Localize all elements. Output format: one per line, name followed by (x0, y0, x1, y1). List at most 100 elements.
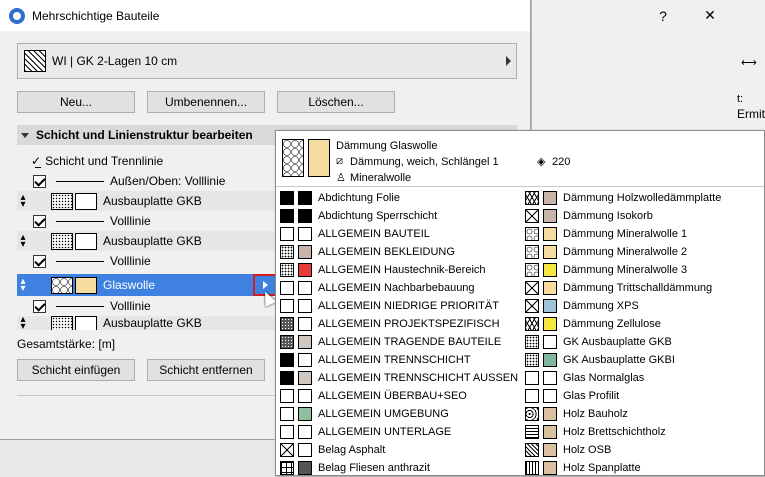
material-item[interactable]: Dämmung Isokorb (521, 207, 765, 225)
material-item[interactable]: GK Ausbauplatte GKB (521, 333, 765, 351)
solid-line-icon (56, 305, 104, 307)
drag-handle-icon[interactable]: ▴ ▾ (19, 233, 27, 250)
material-item[interactable]: ALLGEMEIN TRENNSCHICHT (276, 351, 521, 369)
material-item[interactable]: ALLGEMEIN Haustechnik-Bereich (276, 261, 521, 279)
material-item-label: Glas Profilit (563, 390, 620, 402)
material-item-label: ALLGEMEIN TRENNSCHICHT (318, 354, 471, 366)
material-name: Dämmung Glaswolle (336, 140, 438, 152)
surface-color-swatch (298, 335, 312, 349)
material-item[interactable]: Glas Normalglas (521, 369, 765, 387)
material-item[interactable]: ALLGEMEIN BEKLEIDUNG (276, 243, 521, 261)
material-item[interactable]: ALLGEMEIN TRENNSCHICHT AUSSEN (276, 369, 521, 387)
material-item[interactable]: ALLGEMEIN TRAGENDE BAUTEILE (276, 333, 521, 351)
material-item-label: Dämmung Zellulose (563, 318, 661, 330)
fill-pattern-icon (525, 371, 539, 385)
material-item[interactable]: ALLGEMEIN ÜBERBAU+SEO (276, 387, 521, 405)
surface-color-swatch (543, 407, 557, 421)
material-item-label: ALLGEMEIN TRENNSCHICHT AUSSEN (318, 372, 519, 384)
line-visible-checkbox[interactable] (33, 299, 46, 313)
material-item[interactable]: Dämmung Mineralwolle 1 (521, 225, 765, 243)
layer-row-selected[interactable]: ▴ ▾ Glaswolle (17, 274, 277, 296)
layer-label: Ausbauplatte GKB (103, 234, 202, 248)
fill-pattern-icon (525, 209, 539, 223)
surface-color-swatch (298, 191, 312, 205)
fill-pattern-icon (525, 335, 539, 349)
priority-value: 220 (552, 156, 571, 168)
new-button[interactable]: Neu... (17, 91, 135, 113)
layer-row[interactable]: ▴ ▾ Ausbauplatte GKB (17, 316, 277, 330)
solid-line-icon (56, 220, 104, 222)
layer-row[interactable]: ▴ ▾ Ausbauplatte GKB (17, 231, 277, 251)
material-item[interactable]: Glas Profilit (521, 387, 765, 405)
fill-pattern-icon (280, 461, 294, 475)
priority-icon: ◈ (537, 156, 546, 168)
material-item[interactable]: ALLGEMEIN PROJEKTSPEZIFISCH (276, 315, 521, 333)
rename-button[interactable]: Umbenennen... (147, 91, 265, 113)
solid-line-icon (56, 260, 104, 262)
material-item[interactable]: ALLGEMEIN UNTERLAGE (276, 423, 521, 441)
material-item[interactable]: Belag Asphalt (276, 441, 521, 459)
selected-material-preview: Dämmung Glaswolle ⧄ Dämmung, weich, Schl… (276, 131, 764, 187)
material-item[interactable]: Dämmung Trittschalldämmung (521, 279, 765, 297)
material-item[interactable]: Dämmung Mineralwolle 2 (521, 243, 765, 261)
insert-layer-button[interactable]: Schicht einfügen (17, 359, 135, 381)
surface-icon: ♙ (336, 172, 346, 184)
line-visible-checkbox[interactable] (33, 174, 46, 188)
line-row[interactable]: Volllinie (17, 296, 277, 316)
fill-type-label: Dämmung, weich, Schlängel 1 (350, 156, 499, 168)
material-item[interactable]: GK Ausbauplatte GKBI (521, 351, 765, 369)
material-item[interactable]: Abdichtung Folie (276, 189, 521, 207)
layer-list-header-label: Schicht und Trennlinie (45, 154, 164, 168)
material-item[interactable]: Belag Fliesen anthrazit (276, 459, 521, 477)
fill-pattern-icon (525, 299, 539, 313)
help-button[interactable]: ? (640, 0, 686, 31)
material-item[interactable]: ALLGEMEIN Nachbarbebauung (276, 279, 521, 297)
toolbar-icon[interactable]: ⟷ (741, 56, 757, 69)
material-item-label: ALLGEMEIN UMGEBUNG (318, 408, 449, 420)
divider (17, 395, 277, 396)
material-item-label: Belag Asphalt (318, 444, 386, 456)
drag-handle-icon[interactable]: ▴ ▾ (19, 277, 27, 294)
fill-pattern-icon (525, 227, 539, 241)
material-item[interactable]: Abdichtung Sperrschicht (276, 207, 521, 225)
surface-color-swatch (543, 209, 557, 223)
surface-color-swatch (298, 227, 312, 241)
fill-pattern-icon (280, 443, 294, 457)
material-item[interactable]: Dämmung Zellulose (521, 315, 765, 333)
material-item-label: ALLGEMEIN TRAGENDE BAUTEILE (318, 336, 502, 348)
delete-button[interactable]: Löschen... (277, 91, 395, 113)
material-item[interactable]: Dämmung Holzwolledämmplatte (521, 189, 765, 207)
fill-pattern-icon (280, 425, 294, 439)
material-item[interactable]: Holz Brettschichtholz (521, 423, 765, 441)
total-thickness-label: Gesamtstärke: [m] (17, 337, 116, 351)
material-item[interactable]: ALLGEMEIN BAUTEIL (276, 225, 521, 243)
material-item-label: Holz Brettschichtholz (563, 426, 666, 438)
close-button[interactable]: ✕ (687, 0, 733, 31)
line-row[interactable]: Außen/Oben: Volllinie (17, 171, 277, 191)
surface-color-swatch (543, 299, 557, 313)
material-item[interactable]: Holz Spanplatte (521, 459, 765, 477)
material-item-label: GK Ausbauplatte GKB (563, 336, 672, 348)
line-visible-checkbox[interactable] (33, 254, 46, 268)
material-item[interactable]: Dämmung XPS (521, 297, 765, 315)
fill-pattern-icon (280, 335, 294, 349)
line-visible-checkbox[interactable] (33, 214, 46, 228)
layer-label: Ausbauplatte GKB (103, 316, 202, 330)
material-item[interactable]: Holz OSB (521, 441, 765, 459)
layer-row[interactable]: ▴ ▾ Ausbauplatte GKB (17, 191, 277, 211)
surface-color-swatch (543, 335, 557, 349)
line-row[interactable]: Volllinie (17, 211, 277, 231)
material-item[interactable]: ALLGEMEIN UMGEBUNG (276, 405, 521, 423)
material-item[interactable]: Dämmung Mineralwolle 3 (521, 261, 765, 279)
drag-handle-icon[interactable]: ▴ ▾ (19, 316, 27, 330)
surface-color-swatch (75, 276, 97, 294)
line-row[interactable]: Volllinie (17, 251, 277, 271)
material-item-label: ALLGEMEIN PROJEKTSPEZIFISCH (318, 318, 500, 330)
material-item[interactable]: Holz Bauholz (521, 405, 765, 423)
composite-select[interactable]: WI | GK 2-Lagen 10 cm (17, 43, 517, 79)
surface-color-swatch (543, 371, 557, 385)
remove-layer-button[interactable]: Schicht entfernen (147, 359, 265, 381)
material-item[interactable]: ALLGEMEIN NIEDRIGE PRIORITÄT (276, 297, 521, 315)
surface-color-swatch (543, 317, 557, 331)
drag-handle-icon[interactable]: ▴ ▾ (19, 193, 27, 210)
